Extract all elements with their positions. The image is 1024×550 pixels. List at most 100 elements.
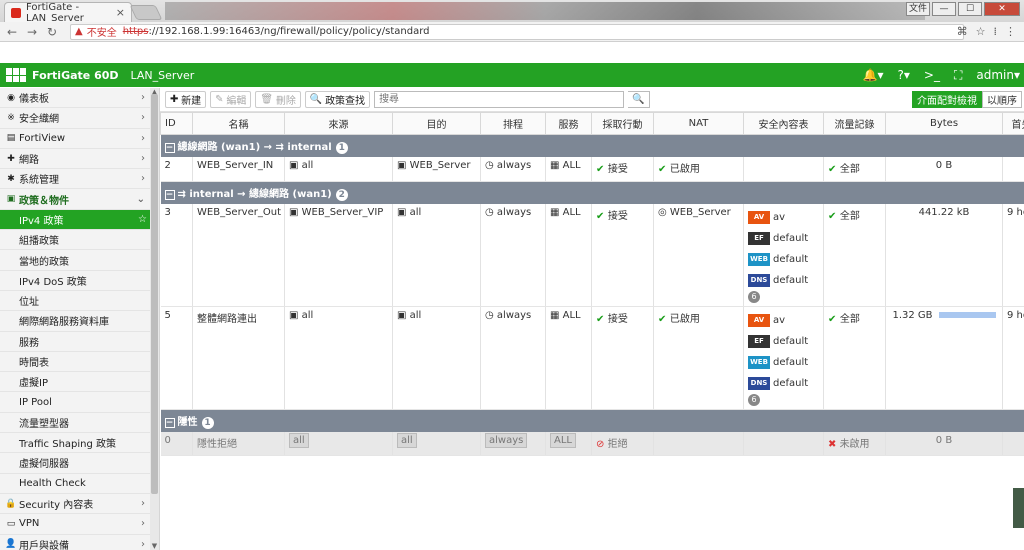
column-header[interactable]: 採取行動: [591, 112, 654, 135]
cell-first-used-text: 9 hou: [1007, 309, 1024, 321]
policy-row[interactable]: 5 整體網路連出 ▣ all ▣ all ◷ always ▦ ALL ✔ 接受 ✔ 已啟用 A…: [160, 306, 1024, 410]
sidebar-scroll-thumb[interactable]: [151, 94, 158, 494]
security-profile[interactable]: DNS default: [748, 270, 819, 291]
sidebar-item-19[interactable]: Health Check: [0, 474, 159, 494]
admin-menu[interactable]: admin▾: [976, 68, 1020, 82]
search-input[interactable]: [374, 91, 625, 108]
sidebar-item-8[interactable]: 當地的政策: [0, 250, 159, 271]
sidebar-item-22[interactable]: 👤 用戶與設備 ›: [0, 535, 159, 550]
sidebar-item-6[interactable]: IPv4 政策 ☆: [0, 209, 159, 231]
edit-button[interactable]: ✎ 編輯: [210, 91, 252, 108]
cell-service-text: ALL: [562, 309, 581, 321]
tab-close-icon[interactable]: ×: [116, 6, 125, 19]
sidebar-item-1[interactable]: ※ 安全織網 ›: [0, 108, 159, 129]
column-header[interactable]: Bytes: [885, 112, 1003, 135]
cell-nat: [653, 431, 744, 456]
sidebar-item-14[interactable]: 虛擬IP: [0, 372, 159, 393]
policy-row[interactable]: 3 WEB_Server_Out ▣ WEB_Server_VIP ▣ all ◷ al…: [160, 203, 1024, 307]
sidebar-item-label: VPN: [19, 518, 40, 530]
collapse-icon[interactable]: −: [164, 143, 175, 153]
column-header[interactable]: 流量記錄: [823, 112, 886, 135]
scroll-down-icon[interactable]: ▼: [150, 542, 159, 550]
section-header-row[interactable]: − 隱性 1: [160, 409, 1024, 432]
cell-action-text: 接受: [607, 164, 628, 175]
sidebar-item-9[interactable]: IPv4 DoS 政策: [0, 271, 159, 291]
sidebar-item-2[interactable]: ▤ FortiView ›: [0, 129, 159, 149]
new-button[interactable]: ✚ 新建: [165, 91, 207, 108]
column-header[interactable]: 排程: [480, 112, 546, 135]
policy-lookup-button[interactable]: 🔍 政策查找: [304, 91, 371, 108]
collapse-icon[interactable]: −: [164, 189, 175, 200]
search-submit-icon[interactable]: 🔍: [628, 91, 651, 108]
cli-console-icon[interactable]: >_: [924, 68, 940, 82]
cell-name: WEB_Server_Out: [192, 203, 285, 307]
column-header[interactable]: NAT: [653, 112, 744, 135]
cell-name-text: 隱性拒絕: [197, 438, 237, 450]
policy-row[interactable]: 2 WEB_Server_IN ▣ all ▣ WEB_Server ◷ always ▦…: [160, 157, 1024, 182]
security-profile[interactable]: WEB default: [748, 352, 819, 373]
sidebar-item-12[interactable]: 服務: [0, 332, 159, 352]
favorite-star-icon[interactable]: ☆: [138, 214, 147, 225]
cell-service: ALL: [545, 431, 592, 456]
sidebar-item-15[interactable]: IP Pool: [0, 392, 159, 413]
security-profile[interactable]: EF default: [748, 331, 819, 352]
sidebar-item-7[interactable]: 組播政策: [0, 230, 159, 251]
sidebar-item-16[interactable]: 流量塑型器: [0, 413, 159, 434]
security-profile[interactable]: EF default: [748, 228, 819, 249]
more-profiles-badge[interactable]: 6: [748, 393, 760, 406]
minimize-button[interactable]: —: [932, 2, 956, 16]
sidebar-item-13[interactable]: 時間表: [0, 352, 159, 373]
column-header[interactable]: 首先: [1002, 112, 1024, 135]
section-title: 隱性: [177, 416, 198, 428]
forward-icon[interactable]: →: [26, 25, 38, 39]
new-tab-button[interactable]: [129, 5, 163, 20]
feedback-tab[interactable]: [1013, 488, 1024, 528]
fullscreen-icon[interactable]: ⛶: [954, 68, 962, 83]
collapse-icon[interactable]: −: [164, 417, 175, 428]
sidebar-item-20[interactable]: 🔒 Security 內容表 ›: [0, 494, 159, 515]
sidebar-scrollbar[interactable]: ▲ ▼: [150, 88, 159, 550]
window-close-button[interactable]: ✕: [984, 2, 1020, 16]
menu-icon[interactable]: ⋮: [1005, 25, 1016, 38]
translate-icon[interactable]: ⌘: [957, 25, 968, 38]
sidebar-item-11[interactable]: 網際網路服務資料庫: [0, 311, 159, 332]
security-profile[interactable]: AV av: [748, 207, 819, 228]
address-icon: ▣: [289, 206, 302, 218]
section-header-row[interactable]: − 總線網路 (wan1) → ⇉ internal 1: [160, 134, 1024, 157]
sidebar-item-21[interactable]: ▭ VPN ›: [0, 514, 159, 535]
more-profiles-badge[interactable]: 6: [748, 290, 760, 303]
extension-icon[interactable]: ⁞: [994, 25, 998, 38]
column-header[interactable]: 服務: [545, 112, 592, 135]
sidebar-item-0[interactable]: ◉ 儀表板 ›: [0, 88, 159, 109]
sidebar-item-17[interactable]: Traffic Shaping 政策: [0, 433, 159, 454]
notification-bell-icon[interactable]: 🔔▾: [863, 68, 884, 82]
back-icon[interactable]: ←: [6, 25, 18, 39]
column-header[interactable]: 安全內容表: [743, 112, 824, 135]
cell-schedule: ◷ always: [480, 203, 546, 307]
policy-row[interactable]: 0 隱性拒絕 all all always ALL ⊘ 拒絕 ✖ 未啟用 0 B: [160, 431, 1024, 456]
sidebar-item-10[interactable]: 位址: [0, 291, 159, 312]
bookmark-star-icon[interactable]: ☆: [976, 25, 986, 38]
interface-pair-view-button[interactable]: 介面配對檢視: [912, 91, 982, 108]
sequence-view-button[interactable]: 以順序: [982, 91, 1022, 108]
section-header-row[interactable]: − ⇉ internal → 總線網路 (wan1) 2: [160, 181, 1024, 204]
browser-tab[interactable]: FortiGate - LAN_Server ×: [4, 2, 132, 24]
reload-icon[interactable]: ↻: [46, 25, 58, 39]
help-icon[interactable]: ?▾: [897, 68, 909, 82]
column-header[interactable]: ID: [160, 112, 193, 135]
security-profile[interactable]: DNS default: [748, 373, 819, 394]
column-header[interactable]: 目的: [392, 112, 481, 135]
window-profile-button[interactable]: 文件: [906, 2, 930, 16]
security-profile[interactable]: WEB default: [748, 249, 819, 270]
sidebar-item-3[interactable]: ✚ 網路 ›: [0, 149, 159, 170]
url-input[interactable]: ▲ 不安全 https://192.168.1.99:16463/ng/fire…: [70, 23, 964, 40]
delete-button[interactable]: 🗑 刪除: [255, 91, 301, 108]
sidebar-item-4[interactable]: ✱ 系統管理 ›: [0, 169, 159, 190]
security-profile[interactable]: AV av: [748, 310, 819, 331]
maximize-button[interactable]: ☐: [958, 2, 982, 16]
sidebar-item-18[interactable]: 虛擬伺服器: [0, 453, 159, 474]
sidebar-item-5[interactable]: ▣ 政策＆物件 ⌄: [0, 189, 159, 210]
column-header[interactable]: 來源: [284, 112, 393, 135]
column-header[interactable]: 名稱: [192, 112, 285, 135]
sidebar-item-label: IPv4 政策: [19, 215, 64, 227]
